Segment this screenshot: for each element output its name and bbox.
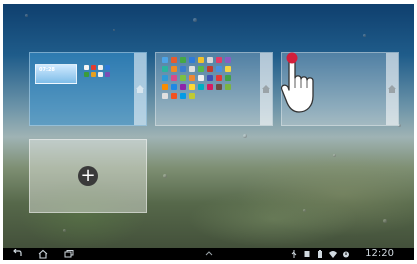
app-icon[interactable] (98, 72, 103, 77)
status-clock: 12:20 (365, 248, 394, 259)
chevron-up-icon[interactable] (203, 249, 215, 259)
app-icon[interactable] (225, 57, 231, 63)
app-icon[interactable] (180, 57, 186, 63)
app-icon[interactable] (171, 75, 177, 81)
app-icon[interactable] (198, 66, 204, 72)
app-icon[interactable] (198, 84, 204, 90)
back-arrow-icon[interactable] (11, 249, 23, 259)
app-icon[interactable] (225, 66, 231, 72)
wallpaper-drop (113, 29, 115, 31)
app-icon[interactable] (207, 75, 213, 81)
app-icon[interactable] (216, 75, 222, 81)
app-icon[interactable] (225, 84, 231, 90)
app-icon[interactable] (180, 84, 186, 90)
app-icon[interactable] (105, 65, 110, 70)
app-icon[interactable] (198, 75, 204, 81)
home-icon[interactable] (387, 84, 397, 94)
app-icon[interactable] (216, 84, 222, 90)
app-icon[interactable] (225, 75, 231, 81)
app-shortcuts-pane-1 (84, 65, 110, 77)
wallpaper-drop (363, 34, 366, 37)
home-icon[interactable] (261, 84, 271, 94)
app-icon[interactable] (216, 66, 222, 72)
app-icon[interactable] (162, 66, 168, 72)
pointing-hand-icon (280, 52, 314, 113)
plus-icon[interactable]: + (78, 166, 98, 186)
wifi-icon (329, 251, 337, 258)
tablet-device: 07:28 + 12:20 (0, 0, 417, 264)
wallpaper-drop (193, 18, 197, 22)
app-icon[interactable] (189, 93, 195, 99)
home-pane-1[interactable]: 07:28 (29, 52, 147, 126)
app-icon[interactable] (84, 72, 89, 77)
app-icon[interactable] (216, 57, 222, 63)
app-icon[interactable] (189, 57, 195, 63)
app-icon[interactable] (162, 57, 168, 63)
wallpaper-drop (163, 174, 167, 178)
app-icon[interactable] (189, 75, 195, 81)
wallpaper-drop (333, 154, 336, 157)
app-icon[interactable] (180, 66, 186, 72)
app-icon[interactable] (207, 66, 213, 72)
wallpaper-drop (243, 134, 247, 138)
app-icon[interactable] (189, 84, 195, 90)
alarm-icon (343, 251, 349, 258)
home-screen-editor: 07:28 + 12:20 (3, 4, 414, 260)
recent-apps-icon[interactable] (63, 249, 75, 259)
app-icon[interactable] (171, 93, 177, 99)
app-icon[interactable] (180, 75, 186, 81)
app-icon[interactable] (207, 57, 213, 63)
app-icon[interactable] (162, 93, 168, 99)
touch-point-icon (286, 52, 298, 64)
app-icon[interactable] (171, 84, 177, 90)
wallpaper-drop (383, 219, 387, 223)
app-icon[interactable] (198, 57, 204, 63)
home-icon[interactable] (135, 84, 145, 94)
app-icon[interactable] (207, 84, 213, 90)
app-icon[interactable] (98, 65, 103, 70)
app-icon[interactable] (105, 72, 110, 77)
raindrop-wallpaper (3, 4, 414, 260)
system-bar: 12:20 (3, 248, 414, 260)
app-icon[interactable] (189, 66, 195, 72)
clock-weather-widget: 07:28 (35, 64, 77, 84)
app-icon[interactable] (180, 93, 186, 99)
add-home-pane[interactable]: + (29, 139, 147, 213)
app-icon[interactable] (171, 66, 177, 72)
app-icon[interactable] (162, 84, 168, 90)
wallpaper-drop (25, 14, 28, 17)
app-icon[interactable] (84, 65, 89, 70)
home-outline-icon[interactable] (37, 249, 49, 259)
app-shortcuts-pane-2 (162, 57, 231, 99)
battery-icon (318, 250, 322, 258)
widget-time: 07:28 (39, 67, 55, 73)
app-icon[interactable] (162, 75, 168, 81)
app-icon[interactable] (91, 65, 96, 70)
usb-icon (291, 250, 297, 258)
sd-card-icon (304, 251, 310, 257)
app-icon[interactable] (91, 72, 96, 77)
app-icon[interactable] (171, 57, 177, 63)
wallpaper-drop (63, 229, 66, 232)
wallpaper-drop (303, 209, 306, 212)
home-pane-2[interactable] (155, 52, 273, 126)
